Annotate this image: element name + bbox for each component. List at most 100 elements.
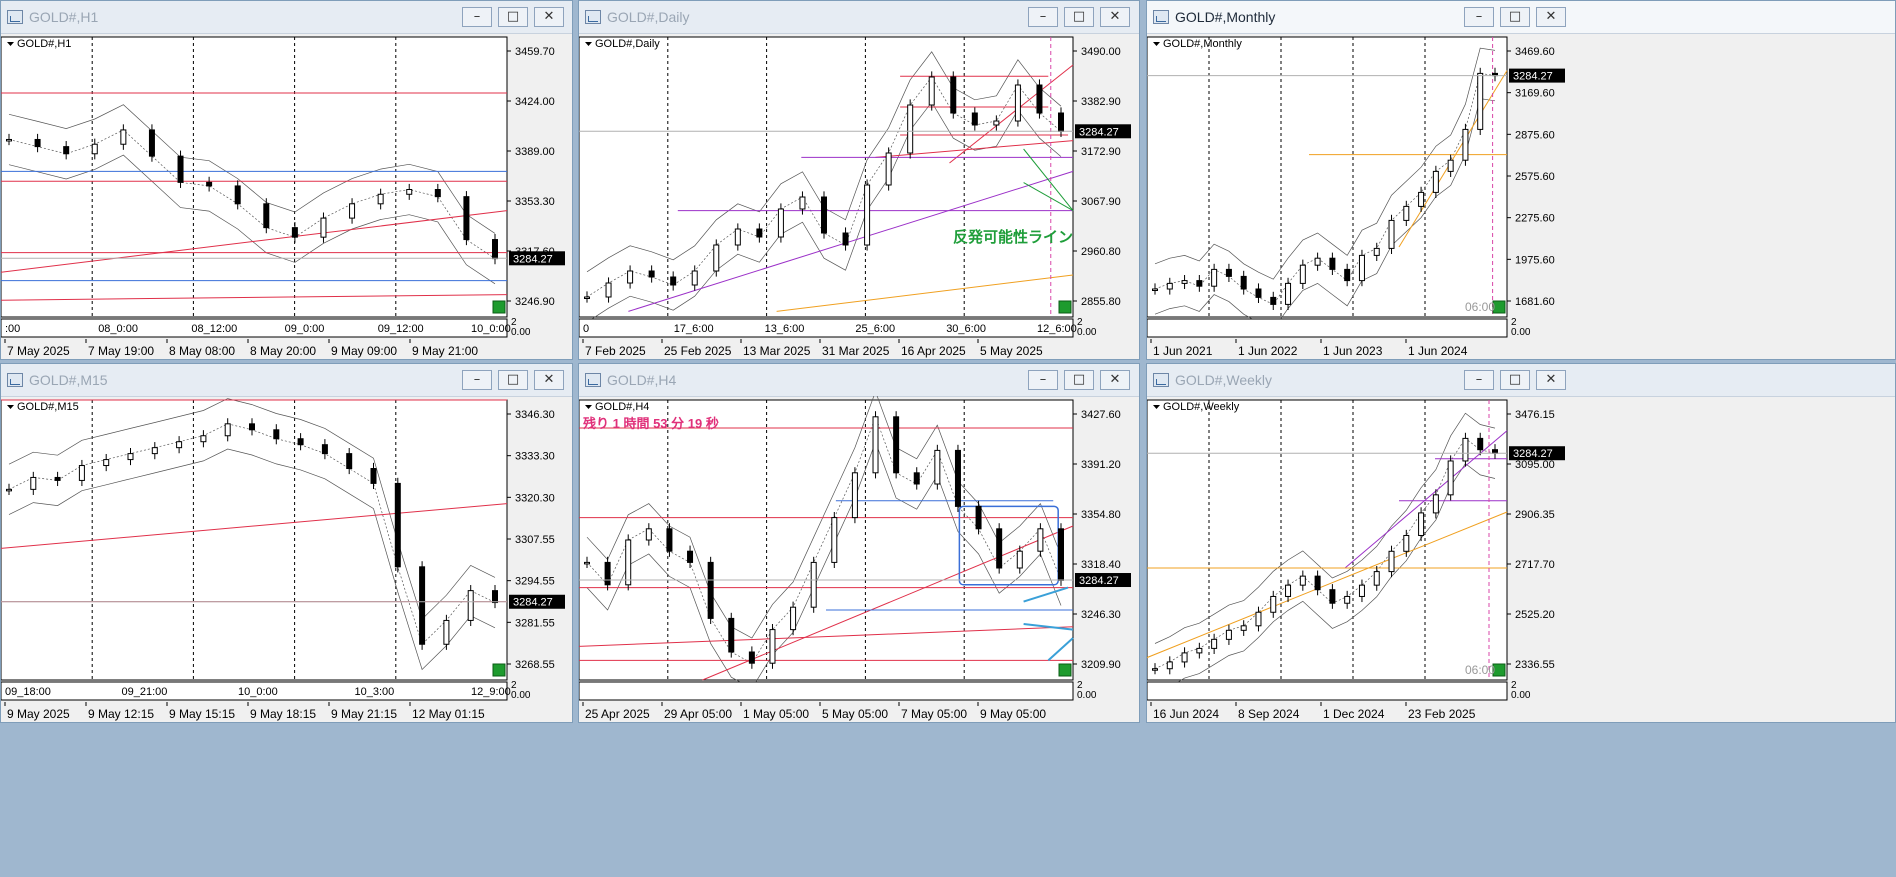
chart-canvas[interactable]: GOLD#,H13459.703424.003389.003353.303317…: [1, 33, 572, 359]
candle-body: [200, 435, 207, 443]
candle-body: [492, 239, 498, 260]
candle-body: [1240, 625, 1247, 631]
time-separator-label: 10_0:00: [238, 686, 278, 698]
close-icon[interactable]: ✕: [1100, 370, 1130, 390]
close-icon[interactable]: ✕: [534, 7, 564, 27]
candle-body: [1285, 282, 1292, 305]
date-axis-label: 1 Jun 2022: [1238, 344, 1298, 358]
date-axis-label: 25 Apr 2025: [585, 707, 650, 721]
candle-body: [297, 438, 304, 446]
candle-body: [713, 244, 720, 272]
date-axis-label: 9 May 15:15: [169, 707, 235, 721]
candle-body: [1196, 280, 1203, 287]
candle-body: [670, 276, 677, 286]
close-icon[interactable]: ✕: [1100, 7, 1130, 27]
indicator-status-icon: [492, 300, 506, 314]
candle-body: [1152, 668, 1158, 671]
minimize-icon[interactable]: –: [462, 370, 492, 390]
candle-body: [1329, 257, 1336, 270]
candle-body: [1432, 494, 1439, 514]
title-bar[interactable]: GOLD#,H4 – □ ✕: [579, 364, 1139, 397]
chart-window-icon: [1153, 10, 1169, 24]
chart-symbol-label: GOLD#,M15: [17, 401, 79, 413]
candle-body: [1016, 550, 1023, 569]
candle-body: [851, 472, 858, 519]
price-axis-label: 3067.90: [1081, 196, 1121, 208]
price-axis-label: 2275.60: [1515, 213, 1555, 225]
title-bar[interactable]: GOLD#,H1 – □ ✕: [1, 1, 572, 34]
date-axis-label: 7 May 2025: [7, 344, 70, 358]
time-separator-label: 09_0:00: [285, 323, 325, 335]
candle-body: [1403, 534, 1410, 552]
price-axis-label: 3427.60: [1081, 409, 1121, 421]
minimize-icon[interactable]: –: [1464, 7, 1494, 27]
maximize-icon[interactable]: □: [1064, 370, 1094, 390]
bar-time-label: 06:00: [1465, 300, 1495, 314]
candle-body: [1285, 584, 1292, 597]
price-axis-label: 3346.30: [515, 409, 555, 421]
chart-canvas[interactable]: GOLD#,Monthly 3469.60 3169.60 2875.60 2575.6…: [1147, 33, 1567, 359]
price-axis-label: 3095.00: [1515, 459, 1555, 471]
chart-window-h4[interactable]: GOLD#,H4 – □ ✕ GOLD#,H4 3427.60 3391.20 335…: [578, 363, 1140, 723]
minimize-icon[interactable]: –: [1464, 370, 1494, 390]
indicator-scale-zero: 0.00: [511, 690, 531, 701]
time-separator-label: 17_6:00: [674, 323, 714, 335]
chart-canvas[interactable]: GOLD#,H4 3427.60 3391.20 3354.80 3318.40 3246…: [579, 396, 1139, 722]
maximize-icon[interactable]: □: [1064, 7, 1094, 27]
candle-body: [206, 181, 213, 187]
chart-window-h1[interactable]: GOLD#,H1 – □ ✕ GOLD#,H1 3459.70 3424.00 338…: [0, 0, 573, 360]
price-axis-label: 2336.55: [1515, 659, 1555, 671]
plot-area: [1, 36, 508, 318]
candle-body: [1225, 268, 1232, 277]
chart-canvas[interactable]: GOLD#,M15 3346.30 3333.30 3320.30 3307.55 329…: [1, 396, 572, 722]
price-axis-label: 3459.70: [515, 46, 555, 58]
candle-body: [893, 416, 900, 474]
title-bar[interactable]: GOLD#,Daily – □ ✕: [579, 1, 1139, 34]
candle-body: [707, 561, 714, 619]
chart-window-weekly[interactable]: GOLD#,Weekly – □ ✕ GOLD#,Weekly 3476.15 30…: [1146, 363, 1896, 723]
price-axis-label: 3490.00: [1081, 46, 1121, 58]
candle-body: [1211, 268, 1218, 287]
chart-window-m15[interactable]: GOLD#,M15 – □ ✕ GOLD#,M15 3346.30 3333.30 3…: [0, 363, 573, 723]
candle-body: [1270, 595, 1277, 613]
date-axis-label: 1 Dec 2024: [1323, 707, 1385, 721]
close-icon[interactable]: ✕: [534, 370, 564, 390]
minimize-icon[interactable]: –: [462, 7, 492, 27]
chart-canvas[interactable]: GOLD#,Weekly 3476.15 3095.00 2906.35 2717.70…: [1147, 396, 1567, 722]
date-axis-label: 8 Sep 2024: [1238, 707, 1300, 721]
candle-body: [1462, 437, 1469, 462]
candle-body: [648, 270, 655, 278]
maximize-icon[interactable]: □: [498, 370, 528, 390]
title-bar[interactable]: GOLD#,M15 – □ ✕: [1, 364, 572, 397]
candle-body: [748, 651, 755, 664]
maximize-icon[interactable]: □: [498, 7, 528, 27]
candle-body: [263, 203, 270, 229]
title-bar[interactable]: GOLD#,Monthly – □ ✕: [1147, 1, 1895, 34]
current-price-label: 3284.27: [1513, 71, 1553, 83]
candle-body: [799, 196, 806, 210]
candle-body: [975, 505, 982, 530]
maximize-icon[interactable]: □: [1500, 370, 1530, 390]
date-axis-label: 9 May 21:15: [331, 707, 397, 721]
minimize-icon[interactable]: –: [1028, 7, 1058, 27]
chart-window-monthly[interactable]: GOLD#,Monthly – □ ✕ GOLD#,Monthly 3469.60…: [1146, 0, 1896, 360]
maximize-icon[interactable]: □: [1500, 7, 1530, 27]
title-bar[interactable]: GOLD#,Weekly – □ ✕: [1147, 364, 1895, 397]
candle-body: [177, 155, 184, 183]
price-axis-label: 3281.55: [515, 617, 555, 629]
candle-body: [224, 423, 231, 437]
close-icon[interactable]: ✕: [1536, 7, 1566, 27]
candle-body: [1329, 589, 1336, 604]
chart-canvas[interactable]: GOLD#,Daily 3490.00 3382.90 3172.90 3067.90 2…: [579, 33, 1139, 359]
chart-window-daily[interactable]: GOLD#,Daily – □ ✕ GOLD#,Daily 3490.00 3382…: [578, 0, 1140, 360]
candle-body: [842, 232, 849, 246]
date-axis-label: 9 May 21:00: [412, 344, 478, 358]
time-separator-label: 08_12:00: [191, 323, 237, 335]
chart-window-icon: [7, 10, 23, 24]
candle-body: [913, 472, 920, 485]
minimize-icon[interactable]: –: [1028, 370, 1058, 390]
date-axis-label: 1 Jun 2024: [1408, 344, 1468, 358]
window-title: GOLD#,H1: [29, 9, 99, 25]
close-icon[interactable]: ✕: [1536, 370, 1566, 390]
date-axis-label: 16 Jun 2024: [1153, 707, 1219, 721]
